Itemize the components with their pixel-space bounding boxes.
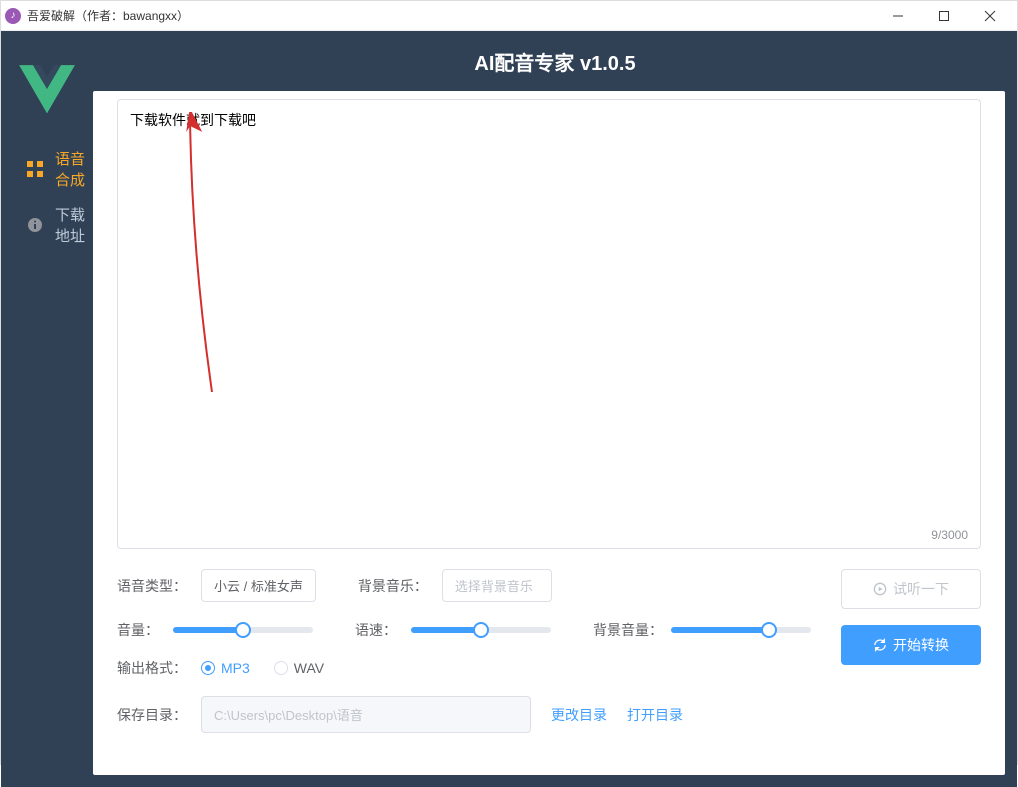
info-icon [27, 216, 43, 234]
save-dir-label: 保存目录： [117, 705, 189, 725]
preview-button: 试听一下 [841, 569, 981, 609]
radio-circle-icon [201, 661, 215, 675]
app-header: AI配音专家 v1.0.5 [93, 31, 1017, 91]
bg-music-select[interactable]: 选择背景音乐 [442, 569, 552, 602]
radio-wav[interactable]: WAV [274, 660, 324, 676]
bg-volume-label: 背景音量： [593, 620, 663, 640]
bg-music-label: 背景音乐： [358, 576, 430, 596]
close-button[interactable] [967, 1, 1013, 31]
save-dir-input: C:\Users\pc\Desktop\语音 [201, 696, 531, 733]
window-titlebar: 吾爱破解（作者：bawangxx） [1, 1, 1017, 31]
volume-label: 音量： [117, 620, 165, 640]
radio-circle-icon [274, 661, 288, 675]
output-format-label: 输出格式： [117, 658, 189, 678]
radio-label: WAV [294, 660, 324, 676]
volume-slider[interactable] [173, 627, 313, 633]
radio-label: MP3 [221, 660, 250, 676]
grid-icon [27, 160, 43, 178]
preview-button-label: 试听一下 [893, 579, 949, 599]
app-title: AI配音专家 v1.0.5 [474, 47, 635, 76]
char-count: 9/3000 [931, 528, 968, 542]
main-textarea[interactable] [118, 100, 980, 548]
convert-button[interactable]: 开始转换 [841, 625, 981, 665]
speed-label: 语速： [355, 620, 403, 640]
voice-type-label: 语音类型： [117, 576, 189, 596]
minimize-button[interactable] [875, 1, 921, 31]
convert-button-label: 开始转换 [893, 635, 949, 655]
nav-item-tts[interactable]: 语音合成 [1, 141, 93, 197]
maximize-button[interactable] [921, 1, 967, 31]
nav-item-label: 语音合成 [55, 148, 93, 190]
bg-volume-slider[interactable] [671, 627, 811, 633]
voice-type-select[interactable]: 小云 / 标准女声 [201, 569, 316, 602]
radio-mp3[interactable]: MP3 [201, 660, 250, 676]
logo-area [1, 41, 93, 141]
text-input-container: 9/3000 [117, 99, 981, 549]
open-dir-link[interactable]: 打开目录 [627, 705, 683, 725]
play-icon [873, 582, 887, 596]
change-dir-link[interactable]: 更改目录 [551, 705, 607, 725]
window-title: 吾爱破解（作者：bawangxx） [27, 7, 875, 24]
refresh-icon [873, 638, 887, 652]
sidebar: 语音合成 下载地址 [1, 31, 93, 787]
app-icon [5, 8, 21, 24]
speed-slider[interactable] [411, 627, 551, 633]
vue-logo-icon [12, 61, 82, 121]
nav-item-label: 下载地址 [55, 204, 93, 246]
nav-item-download[interactable]: 下载地址 [1, 197, 93, 253]
